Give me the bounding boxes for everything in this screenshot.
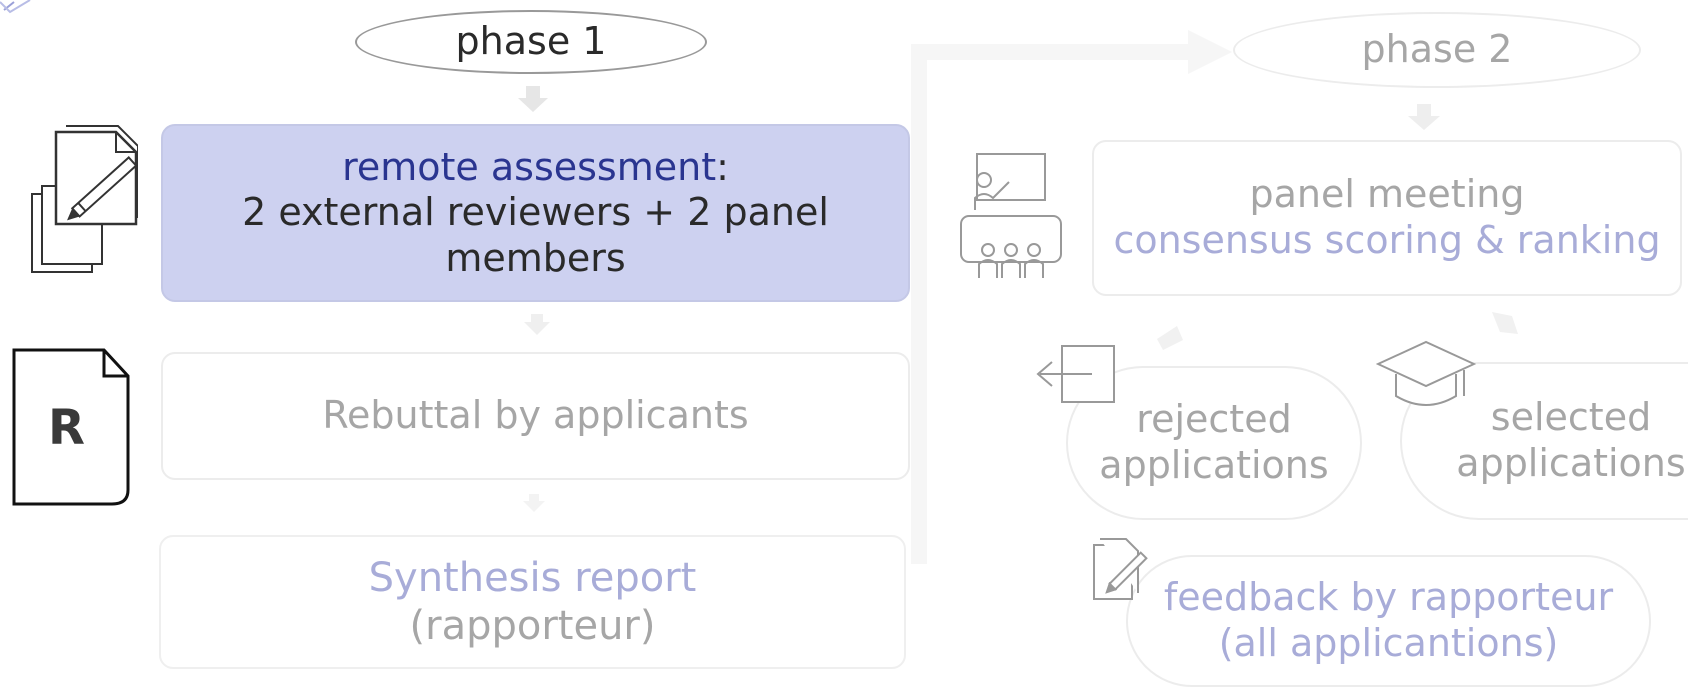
remote-assessment-detail: 2 external reviewers + 2 panel members [242, 190, 829, 280]
phase1-label: phase 1 [355, 10, 707, 74]
presentation-audience-icon [960, 153, 1062, 278]
panel-meeting-detail: consensus scoring & ranking [1113, 218, 1661, 262]
synthesis-report-detail: (rapporteur) [409, 603, 656, 649]
remote-assessment-box: remote assessment: 2 external reviewers … [161, 124, 910, 302]
panel-meeting-box: panel meeting consensus scoring & rankin… [1092, 140, 1682, 296]
remote-assessment-title: remote assessment [342, 144, 717, 189]
phase2-label-text: phase 2 [1361, 27, 1513, 72]
remote-assessment-colon: : [716, 144, 729, 189]
phase2-label: phase 2 [1233, 12, 1641, 88]
graduation-cap-icon [1376, 340, 1476, 406]
arrow-phase1-to-assessment [518, 86, 548, 112]
feedback-box: feedback by rapporteur (all applicantion… [1126, 555, 1651, 687]
panel-meeting-title: panel meeting [1249, 172, 1525, 217]
feedback-line1: feedback by rapporteur [1163, 575, 1614, 620]
selected-line1: selected [1490, 395, 1652, 440]
report-badge-letter: R [48, 400, 85, 456]
documents-pencil-icon [31, 125, 138, 273]
synthesis-report-title: Synthesis report [368, 555, 697, 601]
rebuttal-box: Rebuttal by applicants [161, 352, 910, 480]
remote-assessment-title-line: remote assessment: [342, 145, 729, 191]
phase1-label-text: phase 1 [455, 19, 607, 64]
rebuttal-text: Rebuttal by applicants [322, 393, 749, 438]
rejected-line1: rejected [1136, 397, 1292, 442]
feedback-line2: (all applicantions) [1218, 621, 1559, 665]
arrow-rebuttal-to-synthesis [523, 494, 545, 512]
document-pencil-icon [1093, 538, 1148, 600]
corner-icon [0, 0, 31, 14]
report-r-icon: R [12, 348, 130, 506]
arrow-assessment-to-rebuttal [524, 314, 550, 335]
synthesis-report-box: Synthesis report (rapporteur) [159, 535, 906, 669]
arrow-meeting-to-selected [1492, 312, 1518, 334]
exit-door-icon [1036, 345, 1115, 403]
rejected-line2: applications [1099, 443, 1329, 487]
arrow-meeting-to-rejected [1157, 326, 1183, 350]
arrow-phase2-to-meeting [1408, 104, 1440, 130]
selected-line2: applications [1456, 441, 1686, 485]
